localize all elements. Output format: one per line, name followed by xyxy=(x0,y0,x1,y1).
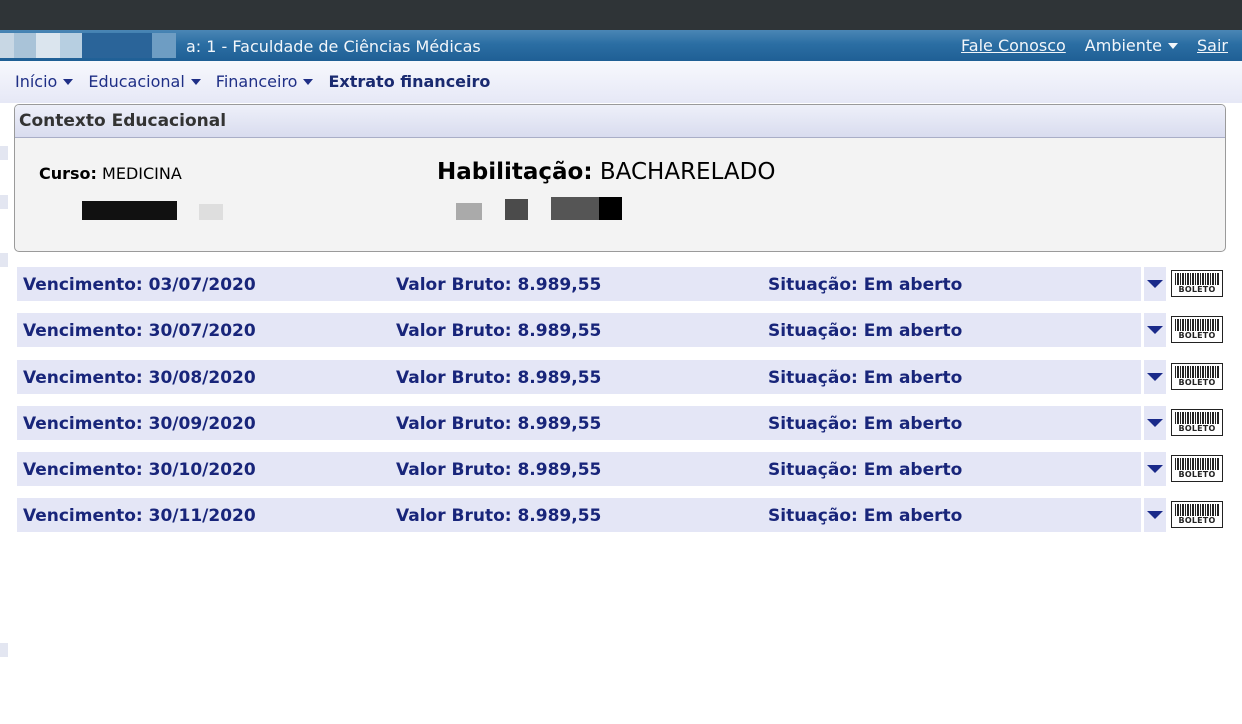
installment-row: Vencimento: 30/11/2020 Valor Bruto: 8.98… xyxy=(17,498,1225,533)
boleto-label: BOLETO xyxy=(1178,423,1216,433)
barcode-icon xyxy=(1175,504,1219,517)
payment-status: Situação: Em aberto xyxy=(768,413,963,434)
installment-row: Vencimento: 30/07/2020 Valor Bruto: 8.98… xyxy=(17,313,1225,348)
nav-item-educacional[interactable]: Educacional xyxy=(88,72,201,91)
expand-details-button[interactable] xyxy=(1144,359,1166,394)
boleto-label: BOLETO xyxy=(1178,470,1216,480)
payment-status: Situação: Em aberto xyxy=(768,460,963,481)
panel-heading: Contexto Educacional xyxy=(15,105,1225,138)
redacted-block xyxy=(199,204,223,220)
due-date: Vencimento: 30/09/2020 xyxy=(23,413,256,434)
expand-details-button[interactable] xyxy=(1144,452,1166,487)
boleto-button[interactable]: BOLETO xyxy=(1171,316,1223,344)
curso-field: Curso: MEDICINA xyxy=(39,164,182,183)
due-date: Vencimento: 03/07/2020 xyxy=(23,275,256,295)
payment-status: Situação: Em aberto xyxy=(768,367,963,388)
contact-link[interactable]: Fale Conosco xyxy=(961,36,1066,55)
boleto-button[interactable]: BOLETO xyxy=(1171,455,1223,483)
caret-down-icon xyxy=(63,78,74,85)
installment-row: Vencimento: 30/09/2020 Valor Bruto: 8.98… xyxy=(17,405,1225,440)
curso-label: Curso: xyxy=(39,164,97,183)
expand-details-button[interactable] xyxy=(1144,267,1166,301)
triangle-down-icon xyxy=(1147,280,1163,288)
expand-details-button[interactable] xyxy=(1144,405,1166,440)
barcode-icon xyxy=(1175,411,1219,424)
nav-item-inicio[interactable]: Início xyxy=(15,72,74,91)
payment-status: Situação: Em aberto xyxy=(768,321,963,342)
expand-details-button[interactable] xyxy=(1144,313,1166,348)
triangle-down-icon xyxy=(1147,418,1163,427)
browser-top-bar xyxy=(0,0,1242,30)
barcode-icon xyxy=(1175,458,1219,471)
triangle-down-icon xyxy=(1147,372,1163,381)
habilitacao-field: Habilitação: BACHARELADO xyxy=(437,159,775,185)
installment-row: Vencimento: 30/08/2020 Valor Bruto: 8.98… xyxy=(17,359,1225,394)
boleto-button[interactable]: BOLETO xyxy=(1171,362,1223,390)
installment-summary[interactable]: Vencimento: 30/11/2020 Valor Bruto: 8.98… xyxy=(17,498,1141,533)
boleto-label: BOLETO xyxy=(1178,285,1216,294)
institution-logo xyxy=(0,33,176,58)
logout-link[interactable]: Sair xyxy=(1197,36,1228,55)
gross-value: Valor Bruto: 8.989,55 xyxy=(396,460,602,481)
header-title: a: 1 - Faculdade de Ciências Médicas xyxy=(186,37,481,56)
boleto-label: BOLETO xyxy=(1178,377,1216,387)
barcode-icon xyxy=(1175,365,1219,378)
gross-value: Valor Bruto: 8.989,55 xyxy=(396,321,602,342)
habilitacao-label: Habilitação: xyxy=(437,159,593,185)
gross-value: Valor Bruto: 8.989,55 xyxy=(396,275,602,295)
installment-summary[interactable]: Vencimento: 30/10/2020 Valor Bruto: 8.98… xyxy=(17,452,1141,487)
redacted-block xyxy=(505,199,528,220)
installment-summary[interactable]: Vencimento: 03/07/2020 Valor Bruto: 8.98… xyxy=(17,267,1141,301)
boleto-button[interactable]: BOLETO xyxy=(1171,501,1223,529)
triangle-down-icon xyxy=(1147,326,1163,335)
main-navigation: Início Educacional Financeiro Extrato fi… xyxy=(0,61,1242,103)
installment-row: Vencimento: 03/07/2020 Valor Bruto: 8.98… xyxy=(17,267,1225,301)
due-date: Vencimento: 30/08/2020 xyxy=(23,367,256,388)
installments-list: Vencimento: 03/07/2020 Valor Bruto: 8.98… xyxy=(17,267,1225,545)
boleto-label: BOLETO xyxy=(1178,516,1216,526)
triangle-down-icon xyxy=(1147,511,1163,520)
caret-down-icon xyxy=(303,78,314,85)
installment-summary[interactable]: Vencimento: 30/08/2020 Valor Bruto: 8.98… xyxy=(17,359,1141,394)
installment-summary[interactable]: Vencimento: 30/09/2020 Valor Bruto: 8.98… xyxy=(17,405,1141,440)
due-date: Vencimento: 30/10/2020 xyxy=(23,460,256,481)
barcode-icon xyxy=(1175,319,1219,332)
habilitacao-value: BACHARELADO xyxy=(599,159,776,185)
payment-status: Situação: Em aberto xyxy=(768,275,963,295)
boleto-button[interactable]: BOLETO xyxy=(1171,408,1223,436)
environment-menu[interactable]: Ambiente xyxy=(1084,36,1179,55)
redacted-block xyxy=(82,201,177,220)
caret-down-icon xyxy=(190,78,201,85)
redacted-block xyxy=(551,197,599,220)
redacted-block xyxy=(456,203,482,220)
nav-item-label: Educacional xyxy=(88,72,185,91)
boleto-button[interactable]: BOLETO xyxy=(1171,270,1223,297)
boleto-label: BOLETO xyxy=(1178,331,1216,341)
nav-item-label: Início xyxy=(15,72,58,91)
due-date: Vencimento: 30/11/2020 xyxy=(23,506,256,527)
nav-item-extrato-financeiro[interactable]: Extrato financeiro xyxy=(328,72,490,91)
installment-row: Vencimento: 30/10/2020 Valor Bruto: 8.98… xyxy=(17,452,1225,487)
redacted-block xyxy=(599,197,622,220)
header-actions: Fale Conosco Ambiente Sair xyxy=(961,36,1228,55)
nav-item-financeiro[interactable]: Financeiro xyxy=(216,72,314,91)
nav-item-label: Financeiro xyxy=(215,72,298,91)
expand-details-button[interactable] xyxy=(1144,498,1166,533)
barcode-icon xyxy=(1175,273,1219,285)
gross-value: Valor Bruto: 8.989,55 xyxy=(396,413,602,434)
curso-value: MEDICINA xyxy=(102,164,182,183)
payment-status: Situação: Em aberto xyxy=(768,506,963,527)
triangle-down-icon xyxy=(1147,465,1163,474)
left-sidebar-edge xyxy=(0,103,8,724)
installment-summary[interactable]: Vencimento: 30/07/2020 Valor Bruto: 8.98… xyxy=(17,313,1141,348)
due-date: Vencimento: 30/07/2020 xyxy=(23,321,256,342)
gross-value: Valor Bruto: 8.989,55 xyxy=(396,506,602,527)
educational-context-panel: Contexto Educacional Curso: MEDICINA Hab… xyxy=(14,104,1226,252)
app-header: a: 1 - Faculdade de Ciências Médicas Fal… xyxy=(0,30,1242,61)
environment-menu-label: Ambiente xyxy=(1084,36,1163,55)
gross-value: Valor Bruto: 8.989,55 xyxy=(396,367,602,388)
caret-down-icon xyxy=(1168,42,1179,49)
